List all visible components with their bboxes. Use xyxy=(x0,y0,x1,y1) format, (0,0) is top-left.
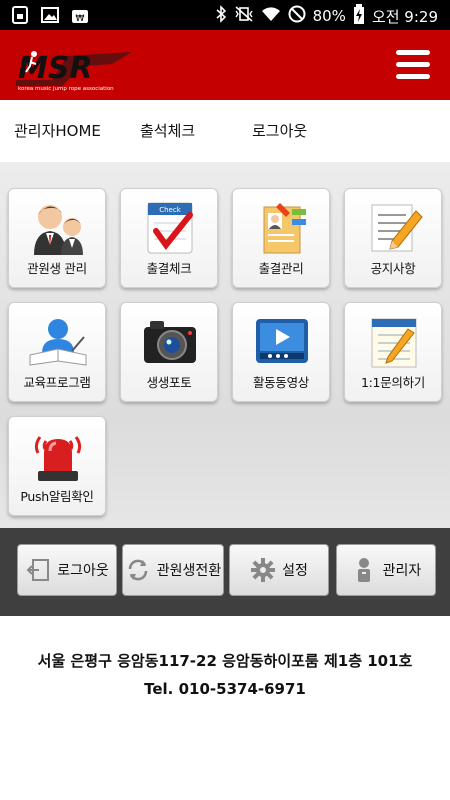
status-bar: ₩ 80% 오전 9:29 xyxy=(0,0,450,30)
siren-icon xyxy=(28,427,88,483)
wifi-icon xyxy=(261,5,281,27)
status-time: 오전 9:29 xyxy=(371,7,438,26)
tile-label: 생생포토 xyxy=(146,375,192,390)
hamburger-menu-icon[interactable] xyxy=(396,50,430,80)
footer: 서울 은평구 응암동117-22 응암동하이포룸 제1층 101호 Tel. 0… xyxy=(0,616,450,800)
msr-logo[interactable]: MSR korea music jump rope association xyxy=(12,42,137,92)
tile-notice[interactable]: 공지사항 xyxy=(344,188,442,288)
tile-label: 출결관리 xyxy=(258,261,304,276)
svg-text:Check: Check xyxy=(159,206,181,214)
logout-icon xyxy=(25,557,51,583)
refresh-icon xyxy=(125,557,151,583)
gear-icon xyxy=(250,557,276,583)
settings-button[interactable]: 설정 xyxy=(229,544,329,596)
tile-label: 교육프로그램 xyxy=(23,375,91,390)
notepad-icon xyxy=(364,313,424,369)
tile-attendance-check[interactable]: Check 출결체크 xyxy=(120,188,218,288)
logout-button[interactable]: 로그아웃 xyxy=(17,544,117,596)
tile-label: 공지사항 xyxy=(370,261,416,276)
logout-button-label: 로그아웃 xyxy=(57,563,109,579)
footer-address: 서울 은평구 응암동117-22 응암동하이포룸 제1층 101호 xyxy=(37,652,413,670)
tile-label: 출결체크 xyxy=(146,261,192,276)
tile-activity-video[interactable]: 활동동영상 xyxy=(232,302,330,402)
tile-push-notification[interactable]: Push알림확인 xyxy=(8,416,106,516)
admin-button[interactable]: 관리자 xyxy=(336,544,436,596)
footer-telephone: Tel. 010-5374-6971 xyxy=(144,680,306,698)
admin-button-label: 관리자 xyxy=(382,563,422,579)
vibrate-mute-icon xyxy=(234,5,254,27)
gallery-notification-icon xyxy=(40,5,60,25)
nav-attendance-check[interactable]: 출석체크 xyxy=(140,120,195,141)
battery-percent: 80% xyxy=(312,7,346,25)
tile-live-photo[interactable]: 생생포토 xyxy=(120,302,218,402)
logo-subtext: korea music jump rope association xyxy=(18,86,114,92)
menu-grid: 관원생 관리 Check 출결체크 출결관리 공지사항 교육프로그램 생생포토 … xyxy=(0,162,450,528)
app-header: MSR korea music jump rope association xyxy=(0,30,450,100)
tile-label: Push알림확인 xyxy=(20,489,94,504)
bluetooth-icon xyxy=(215,5,227,27)
admin-person-icon xyxy=(351,557,377,583)
switch-student-button-label: 관원생전환 xyxy=(156,563,222,579)
camera-icon xyxy=(140,313,200,369)
tile-education-program[interactable]: 교육프로그램 xyxy=(8,302,106,402)
nav-admin-home[interactable]: 관리자HOME xyxy=(14,120,101,141)
tile-attendance-management[interactable]: 출결관리 xyxy=(232,188,330,288)
bottom-toolbar: 로그아웃 관원생전환 설정 관리자 xyxy=(0,528,450,616)
top-navigation: 관리자HOME 출석체크 로그아웃 xyxy=(0,100,450,162)
students-icon xyxy=(28,199,88,255)
tile-label: 관원생 관리 xyxy=(27,261,87,276)
tile-label: 활동동영상 xyxy=(252,375,309,390)
shop-notification-icon: ₩ xyxy=(70,5,90,25)
screenshot-notification-icon xyxy=(10,5,30,25)
switch-student-button[interactable]: 관원생전환 xyxy=(122,544,224,596)
tile-one-on-one-inquiry[interactable]: 1:1문의하기 xyxy=(344,302,442,402)
nav-logout[interactable]: 로그아웃 xyxy=(252,120,307,141)
notice-pencil-icon xyxy=(364,199,424,255)
svg-text:₩: ₩ xyxy=(76,14,85,24)
video-player-icon xyxy=(252,313,312,369)
do-not-disturb-icon xyxy=(288,5,306,27)
settings-button-label: 설정 xyxy=(282,563,308,579)
check-clipboard-icon: Check xyxy=(140,199,200,255)
tile-student-management[interactable]: 관원생 관리 xyxy=(8,188,106,288)
battery-charging-icon xyxy=(353,4,365,28)
tile-label: 1:1문의하기 xyxy=(360,375,426,390)
attendance-notebook-icon xyxy=(252,199,312,255)
education-reader-icon xyxy=(28,313,88,369)
